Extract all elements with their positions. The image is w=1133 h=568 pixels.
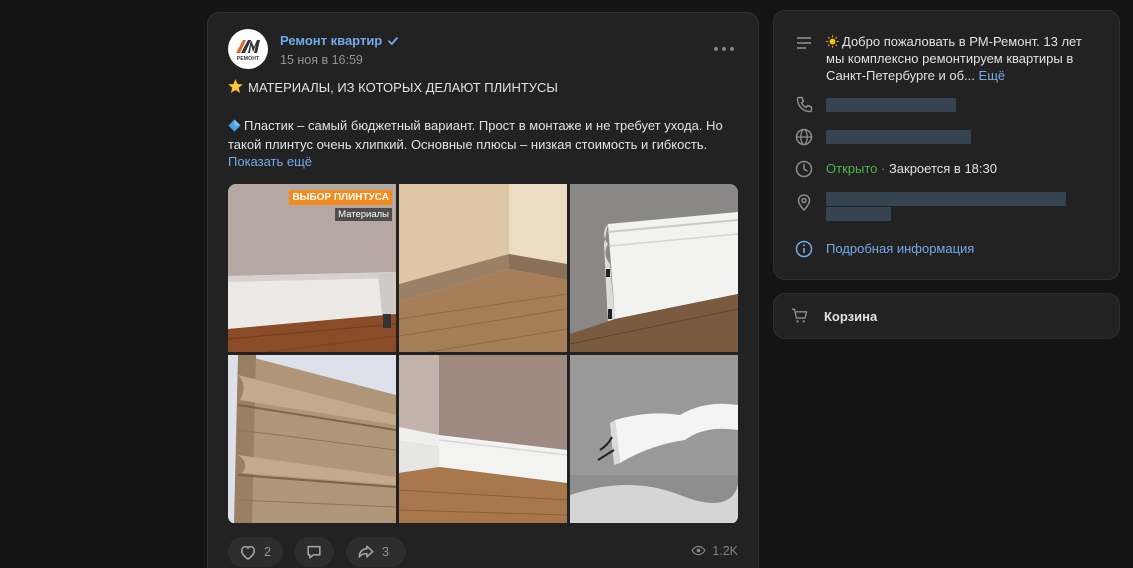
photo-wooden-moulding[interactable] xyxy=(228,355,396,523)
post-title: МАТЕРИАЛЫ, ИЗ КОТОРЫХ ДЕЛАЮТ ПЛИНТУСЫ xyxy=(228,79,558,95)
star-icon xyxy=(228,79,243,94)
share-count: 3 xyxy=(382,545,389,559)
company-logo-icon xyxy=(236,39,260,53)
sun-icon xyxy=(826,35,839,48)
wall-post: РЕМОНТ Ремонт квартир 15 ноя в 16:59 МАТ… xyxy=(207,12,759,568)
hours-row[interactable]: Открыто · Закроется в 18:30 xyxy=(794,159,1099,179)
description-text-block: Добро пожаловать в РМ-Ремонт. 13 лет мы … xyxy=(826,33,1099,84)
cart-button[interactable]: Корзина xyxy=(773,293,1120,339)
post-header: РЕМОНТ Ремонт квартир 15 ноя в 16:59 xyxy=(228,29,738,69)
website-redacted xyxy=(826,130,971,144)
photo-corner-baseboard[interactable] xyxy=(399,355,567,523)
post-actions: 2 3 1.2K xyxy=(228,537,738,567)
post-body: Пластик – самый бюджетный вариант. Прост… xyxy=(228,116,743,154)
views-counter: 1.2K xyxy=(691,543,738,558)
address-row[interactable] xyxy=(794,192,1099,221)
comment-icon xyxy=(307,545,321,559)
description-text: Добро пожаловать в РМ-Ремонт. 13 лет мы … xyxy=(826,34,1082,83)
views-count: 1.2K xyxy=(712,543,738,558)
info-icon xyxy=(795,240,813,258)
photo-wood-baseboard[interactable] xyxy=(399,184,567,352)
description-lines-icon xyxy=(797,37,811,49)
share-button[interactable]: 3 xyxy=(346,537,406,567)
location-pin-icon xyxy=(797,194,811,212)
like-button[interactable]: 2 xyxy=(228,537,283,567)
share-icon xyxy=(358,545,374,558)
author-name[interactable]: Ремонт квартир xyxy=(280,33,382,48)
comment-button[interactable] xyxy=(294,537,334,567)
phone-icon xyxy=(796,96,813,113)
verified-icon xyxy=(388,36,399,45)
photo-badge-secondary: Материалы xyxy=(335,208,392,221)
description-more-link[interactable]: Ещё xyxy=(979,68,1006,83)
post-body-text: Пластик – самый бюджетный вариант. Прост… xyxy=(228,118,723,152)
community-description: Добро пожаловать в РМ-Ремонт. 13 лет мы … xyxy=(794,33,1099,84)
status-close: Закроется в 18:30 xyxy=(888,161,997,176)
address-redacted xyxy=(826,192,1066,221)
photo-flexible-baseboard[interactable] xyxy=(570,355,738,523)
post-date[interactable]: 15 ноя в 16:59 xyxy=(280,53,363,67)
phone-redacted xyxy=(826,98,956,112)
photo-profile-baseboard[interactable] xyxy=(570,184,738,352)
community-info-card: Добро пожаловать в РМ-Ремонт. 13 лет мы … xyxy=(773,10,1120,280)
dot-icon xyxy=(730,47,734,51)
hours-text: Открыто · Закроется в 18:30 xyxy=(826,161,997,176)
dot-icon xyxy=(722,47,726,51)
blue-diamond-icon xyxy=(228,119,241,132)
photo-badge-primary: ВЫБОР ПЛИНТУСА xyxy=(289,190,392,205)
website-row[interactable] xyxy=(794,127,1099,147)
post-author[interactable]: Ремонт квартир xyxy=(280,33,399,48)
post-title-text: МАТЕРИАЛЫ, ИЗ КОТОРЫХ ДЕЛАЮТ ПЛИНТУСЫ xyxy=(248,80,558,95)
globe-icon xyxy=(795,128,813,146)
like-count: 2 xyxy=(264,545,271,559)
status-open: Открыто xyxy=(826,161,878,176)
cart-icon xyxy=(792,308,808,323)
photo-gallery: ВЫБОР ПЛИНТУСА Материалы xyxy=(228,184,738,524)
avatar[interactable]: РЕМОНТ xyxy=(228,29,268,69)
cart-label: Корзина xyxy=(824,308,878,324)
details-link[interactable]: Подробная информация xyxy=(826,241,974,256)
phone-row[interactable] xyxy=(794,95,1099,115)
dot-icon xyxy=(714,47,718,51)
avatar-text: РЕМОНТ xyxy=(236,55,260,62)
show-more-link[interactable]: Показать ещё xyxy=(228,154,312,169)
details-row[interactable]: Подробная информация xyxy=(794,239,1099,259)
clock-icon xyxy=(795,160,813,178)
photo-white-baseboard[interactable]: ВЫБОР ПЛИНТУСА Материалы xyxy=(228,184,396,352)
more-options-button[interactable] xyxy=(714,41,734,57)
eye-icon xyxy=(691,545,706,556)
heart-icon xyxy=(240,545,256,560)
